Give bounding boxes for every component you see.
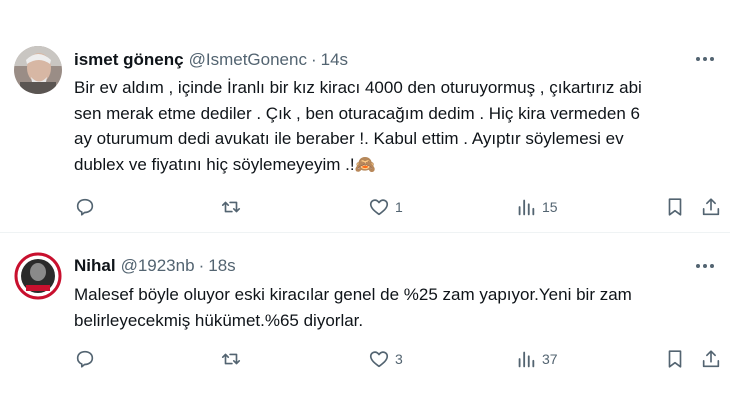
more-icon[interactable] bbox=[690, 48, 720, 70]
tweet-text-line: Bir ev aldım , içinde İranlı bir kız kir… bbox=[74, 78, 642, 97]
author-handle[interactable]: @1923nb bbox=[121, 256, 195, 276]
tweet[interactable]: ismet gönenç @IsmetGonenc · 14s Bir ev a… bbox=[0, 0, 730, 233]
retweet-icon bbox=[221, 201, 241, 213]
timestamp[interactable]: 14s bbox=[321, 50, 348, 70]
tweet-header: ismet gönenç @IsmetGonenc · 14s bbox=[74, 50, 348, 70]
retweet-icon bbox=[221, 353, 241, 365]
views-icon bbox=[518, 351, 535, 368]
retweet-button[interactable] bbox=[220, 193, 247, 221]
tweet[interactable]: Nihal @1923nb · 18s Malesef böyle oluyor… bbox=[0, 233, 730, 420]
action-bar: 1 15 bbox=[72, 193, 722, 221]
separator: · bbox=[310, 50, 317, 69]
bookmark-button[interactable] bbox=[664, 193, 686, 221]
reply-button[interactable] bbox=[74, 345, 101, 373]
like-button[interactable]: 3 bbox=[368, 345, 403, 373]
bookmark-icon bbox=[668, 198, 682, 216]
share-icon bbox=[702, 350, 720, 368]
view-count: 37 bbox=[542, 351, 558, 367]
avatar[interactable] bbox=[14, 252, 62, 300]
views-icon bbox=[518, 199, 535, 216]
author-handle[interactable]: @IsmetGonenc bbox=[189, 50, 307, 70]
share-button[interactable] bbox=[700, 345, 722, 373]
like-count: 1 bbox=[395, 199, 403, 215]
tweet-text-line: sen merak etme dediler . Çık , ben otura… bbox=[74, 103, 640, 123]
reply-button[interactable] bbox=[74, 193, 101, 221]
views-button[interactable]: 15 bbox=[515, 193, 558, 221]
like-icon bbox=[369, 351, 389, 368]
tweet-text-line: Malesef böyle oluyor eski kiracılar gene… bbox=[74, 285, 632, 304]
tweet-text-line: belirleyecekmiş hükümet.%65 diyorlar. bbox=[74, 310, 364, 330]
author-name[interactable]: Nihal bbox=[74, 256, 116, 276]
retweet-button[interactable] bbox=[220, 345, 247, 373]
tweet-text: Bir ev aldım , içinde İranlı bir kız kir… bbox=[74, 75, 714, 177]
tweet-text-line: ay oturumum dedi avukatı ile beraber !. … bbox=[74, 129, 624, 148]
tweet-header: Nihal @1923nb · 18s bbox=[74, 256, 236, 276]
like-button[interactable]: 1 bbox=[368, 193, 403, 221]
tweet-text-line: dublex ve fiyatını hiç söylemeyeyim .!🙈 bbox=[74, 154, 376, 174]
bookmark-button[interactable] bbox=[664, 345, 686, 373]
tweet-text: Malesef böyle oluyor eski kiracılar gene… bbox=[74, 282, 714, 333]
share-button[interactable] bbox=[700, 193, 722, 221]
separator: · bbox=[198, 256, 205, 275]
share-icon bbox=[702, 198, 720, 216]
bookmark-icon bbox=[668, 350, 682, 368]
action-bar: 3 37 bbox=[72, 345, 722, 373]
view-count: 15 bbox=[542, 199, 558, 215]
avatar[interactable] bbox=[14, 46, 62, 94]
reply-icon bbox=[76, 350, 94, 368]
reply-icon bbox=[76, 198, 94, 216]
author-name[interactable]: ismet gönenç bbox=[74, 50, 184, 70]
timestamp[interactable]: 18s bbox=[208, 256, 235, 276]
like-icon bbox=[369, 199, 389, 216]
views-button[interactable]: 37 bbox=[515, 345, 558, 373]
more-icon[interactable] bbox=[690, 255, 720, 277]
like-count: 3 bbox=[395, 351, 403, 367]
